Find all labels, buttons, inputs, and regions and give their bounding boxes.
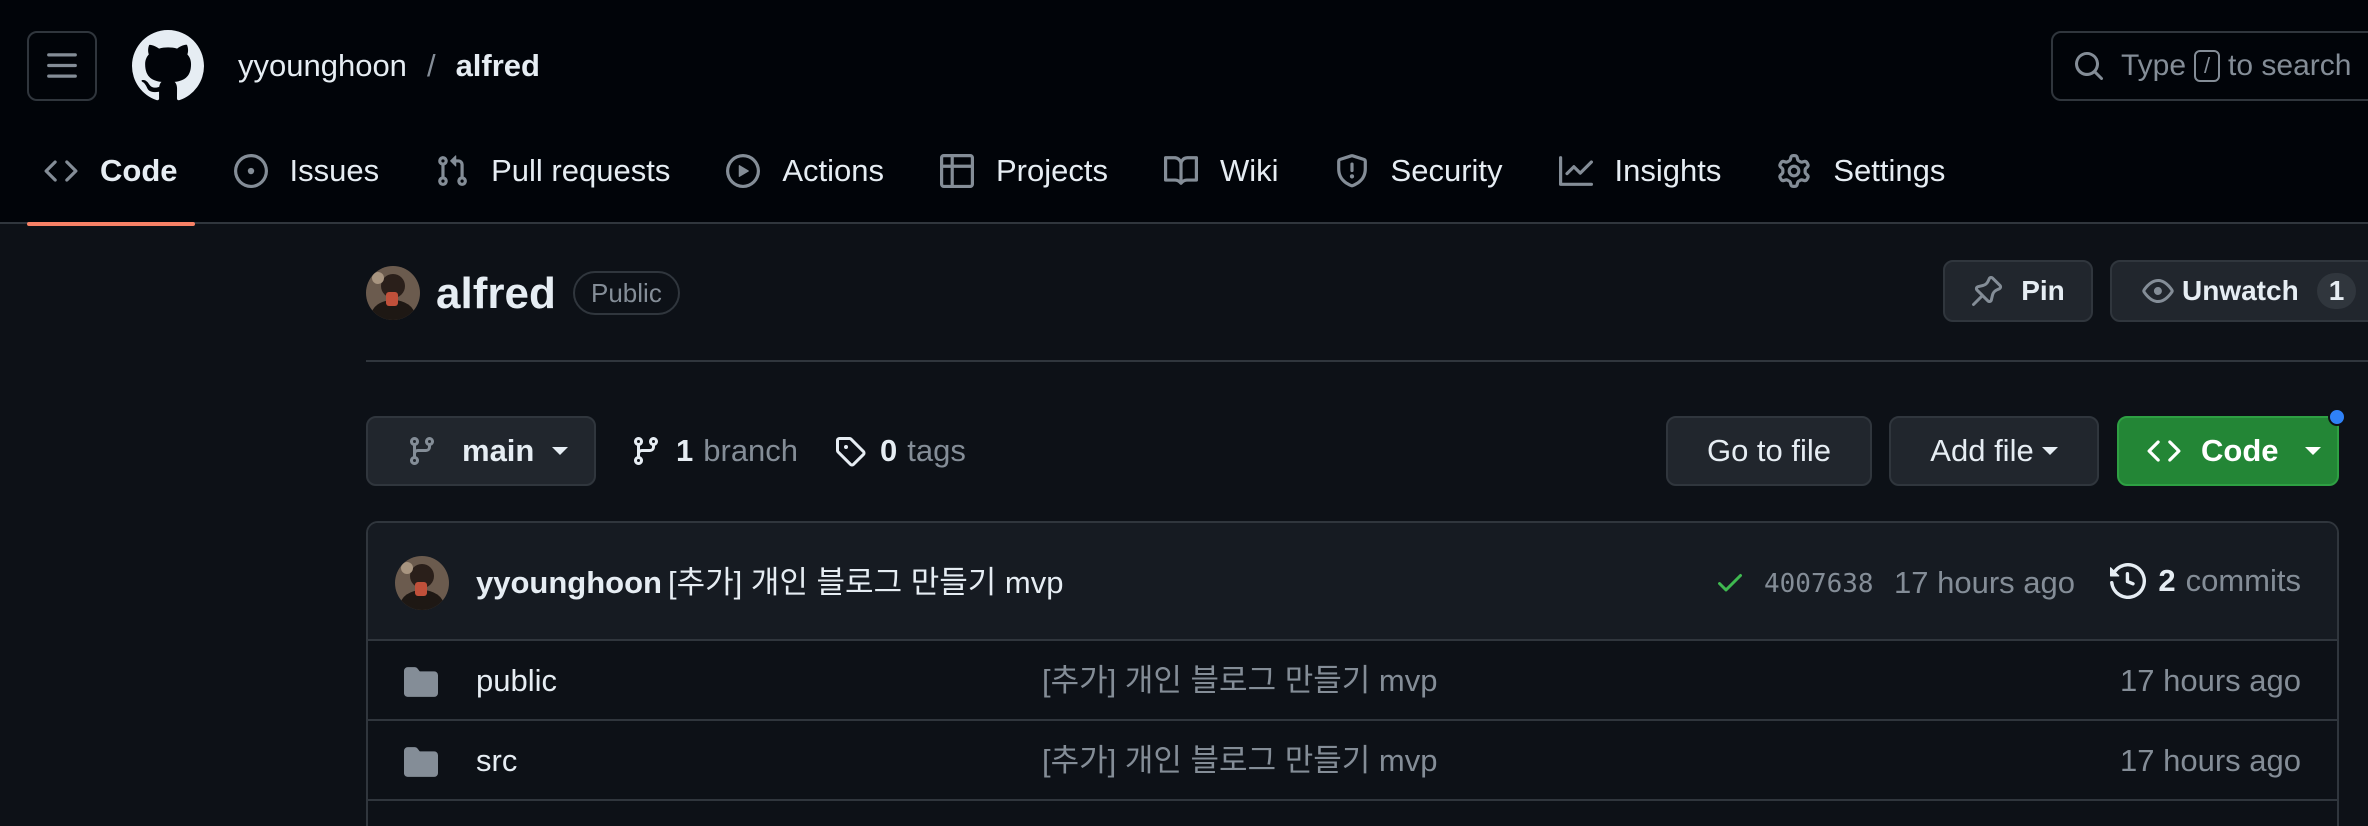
latest-commit-row: yyounghoon [추가] 개인 블로그 만들기 mvp 4007638 1… (368, 523, 2337, 641)
tab-issues[interactable]: Issues (217, 136, 397, 206)
owner-avatar[interactable] (366, 266, 420, 320)
tab-wiki[interactable]: Wiki (1147, 136, 1296, 206)
unwatch-label: Unwatch (2182, 275, 2299, 306)
watch-counter: 1 (2316, 273, 2357, 309)
search-input[interactable]: Type / to search (2051, 31, 2368, 101)
check-icon[interactable] (1714, 566, 1746, 598)
tab-insights-label: Insights (1614, 153, 1722, 188)
go-to-file-button[interactable]: Go to file (1666, 416, 1872, 486)
commit-count-label: commits (2185, 563, 2301, 598)
file-name[interactable]: src (476, 741, 517, 781)
graph-icon (1558, 156, 1593, 186)
branch-name: main (462, 433, 535, 468)
search-placeholder: Type / to search (2121, 49, 2351, 83)
tab-settings[interactable]: Settings (1760, 136, 1962, 206)
search-icon (2075, 52, 2104, 81)
play-icon (726, 154, 761, 188)
folder-icon (404, 667, 438, 697)
commit-message[interactable]: [추가] 개인 블로그 만들기 mvp (668, 563, 1063, 603)
pin-icon (1972, 275, 2003, 306)
tag-count: 0 (880, 433, 898, 468)
file-commit-message[interactable]: [추가] 개인 블로그 만들기 mvp (1042, 741, 1437, 781)
commit-sha[interactable]: 4007638 (1764, 565, 1874, 603)
branch-count: 1 (676, 433, 694, 468)
history-icon (2110, 563, 2147, 599)
tab-code[interactable]: Code (27, 136, 195, 226)
commit-author[interactable]: yyounghoon (476, 563, 662, 603)
notification-dot (2328, 408, 2346, 426)
file-commit-time: 17 hours ago (2120, 663, 2301, 698)
tab-security[interactable]: Security (1318, 136, 1520, 206)
avatar[interactable] (395, 556, 449, 610)
code-icon (2147, 440, 2181, 462)
tag-icon (836, 437, 866, 467)
header-divider (366, 360, 2368, 362)
commits-link[interactable]: 2 commits (2110, 561, 2301, 601)
tab-issues-label: Issues (289, 153, 380, 188)
branch-count-link[interactable]: 1 branch (630, 428, 798, 474)
branch-count-label: branch (703, 433, 799, 468)
repo-name[interactable]: alfred (436, 266, 556, 322)
tab-actions-label: Actions (782, 153, 884, 188)
table-row[interactable]: src [추가] 개인 블로그 만들기 mvp 17 hours ago (368, 721, 2337, 801)
breadcrumb-owner[interactable]: yyounghoon (238, 48, 407, 84)
github-logo-icon[interactable] (132, 30, 204, 102)
tab-insights[interactable]: Insights (1542, 136, 1739, 206)
tab-projects-label: Projects (996, 153, 1108, 188)
branch-selector[interactable]: main (366, 416, 596, 486)
file-browser: yyounghoon [추가] 개인 블로그 만들기 mvp 4007638 1… (366, 521, 2339, 826)
breadcrumb: yyounghoon / alfred (238, 44, 540, 88)
file-commit-message[interactable]: [추가] 개인 블로그 만들기 mvp (1042, 661, 1437, 701)
table-icon (940, 154, 974, 188)
commit-time: 17 hours ago (1894, 565, 2075, 600)
tab-pull-requests[interactable]: Pull requests (418, 136, 687, 206)
visibility-badge: Public (573, 271, 680, 315)
table-row[interactable]: public [추가] 개인 블로그 만들기 mvp 17 hours ago (368, 641, 2337, 721)
tab-settings-label: Settings (1833, 153, 1946, 188)
pin-label: Pin (2021, 275, 2065, 306)
global-header: yyounghoon / alfred Type / to search Cod… (0, 0, 2368, 226)
git-branch-icon (633, 437, 658, 466)
tab-projects[interactable]: Projects (923, 136, 1125, 206)
tab-code-label: Code (100, 153, 178, 188)
tag-count-label: tags (907, 433, 966, 468)
unwatch-button[interactable]: Unwatch 1 (2110, 260, 2368, 322)
tab-pull-requests-label: Pull requests (491, 153, 671, 188)
chevron-down-icon (2041, 447, 2058, 455)
book-icon (1163, 156, 1198, 185)
tag-count-link[interactable]: 0 tags (834, 428, 966, 474)
chevron-down-icon (2304, 447, 2321, 455)
pull-request-icon (438, 155, 467, 186)
gear-icon (1778, 154, 1811, 188)
add-file-button[interactable]: Add file (1889, 416, 2099, 486)
folder-icon (404, 747, 438, 777)
breadcrumb-separator: / (426, 48, 436, 83)
file-commit-time: 17 hours ago (2120, 743, 2301, 778)
search-shortcut-key: / (2194, 50, 2221, 82)
tab-security-label: Security (1390, 153, 1503, 188)
pin-button[interactable]: Pin (1943, 260, 2093, 322)
code-icon (44, 160, 78, 182)
code-button[interactable]: Code (2117, 416, 2339, 486)
breadcrumb-repo[interactable]: alfred (456, 48, 540, 84)
commit-count: 2 (2158, 563, 2176, 598)
tab-actions[interactable]: Actions (709, 136, 901, 206)
shield-icon (1336, 154, 1367, 188)
search-prefix: Type (2121, 49, 2187, 82)
code-button-label: Code (2201, 433, 2279, 468)
repo-tabs: Code Issues Pull requests Actions Projec… (27, 136, 1984, 226)
tab-wiki-label: Wiki (1219, 153, 1279, 188)
menu-button[interactable] (27, 31, 97, 101)
chevron-down-icon (552, 447, 569, 455)
search-suffix: to search (2228, 49, 2352, 82)
file-name[interactable]: public (476, 661, 557, 701)
git-branch-icon (409, 437, 434, 466)
add-file-label: Add file (1930, 433, 2034, 468)
hamburger-icon (47, 53, 77, 78)
eye-icon (2142, 279, 2174, 303)
issue-icon (233, 154, 268, 188)
